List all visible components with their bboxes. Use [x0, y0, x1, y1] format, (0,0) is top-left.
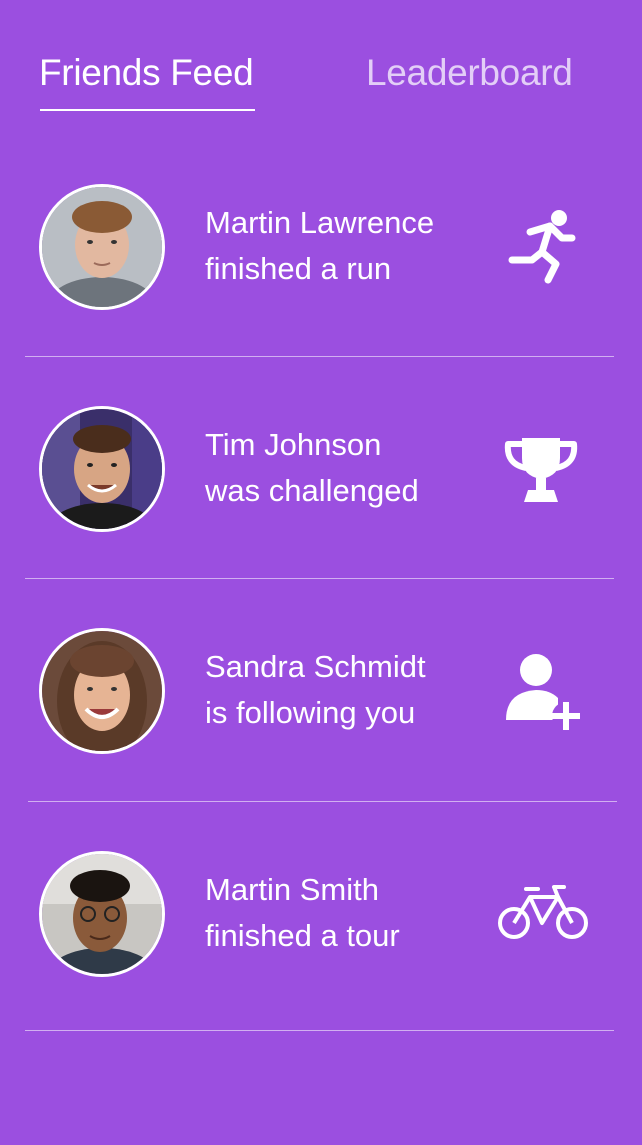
feed-item-text: Tim Johnson was challenged	[205, 422, 419, 514]
activity-text: is following you	[205, 695, 416, 730]
activity-text: finished a tour	[205, 918, 400, 953]
active-tab-indicator	[40, 109, 255, 111]
avatar[interactable]	[39, 184, 165, 310]
avatar[interactable]	[39, 851, 165, 977]
avatar[interactable]	[39, 628, 165, 754]
feed-item-text: Sandra Schmidt is following you	[205, 644, 426, 736]
activity-text: finished a run	[205, 251, 392, 286]
feed-item[interactable]: Martin Lawrence finished a run	[0, 180, 642, 358]
bicycle-icon	[496, 869, 588, 959]
feed-item[interactable]: Sandra Schmidt is following you	[0, 624, 642, 802]
feed-item[interactable]: Tim Johnson was challenged	[0, 402, 642, 580]
divider	[25, 356, 614, 357]
feed-item[interactable]: Martin Smith finished a tour	[0, 847, 642, 1025]
tab-bar: Friends Feed Leaderboard	[0, 0, 642, 120]
divider	[25, 578, 614, 579]
friend-name: Martin Lawrence	[205, 205, 435, 240]
divider	[25, 1030, 614, 1031]
activity-text: was challenged	[205, 473, 419, 508]
divider	[28, 801, 617, 802]
feed-item-text: Martin Smith finished a tour	[205, 867, 400, 959]
friend-name: Martin Smith	[205, 872, 379, 907]
trophy-icon	[496, 424, 586, 514]
tab-leaderboard[interactable]: Leaderboard	[366, 52, 573, 94]
tab-friends-feed[interactable]: Friends Feed	[39, 52, 254, 94]
running-icon	[500, 202, 590, 292]
friend-name: Sandra Schmidt	[205, 649, 426, 684]
feed-item-text: Martin Lawrence finished a run	[205, 200, 434, 292]
avatar[interactable]	[39, 406, 165, 532]
friend-name: Tim Johnson	[205, 427, 382, 462]
add-user-icon	[498, 646, 588, 736]
